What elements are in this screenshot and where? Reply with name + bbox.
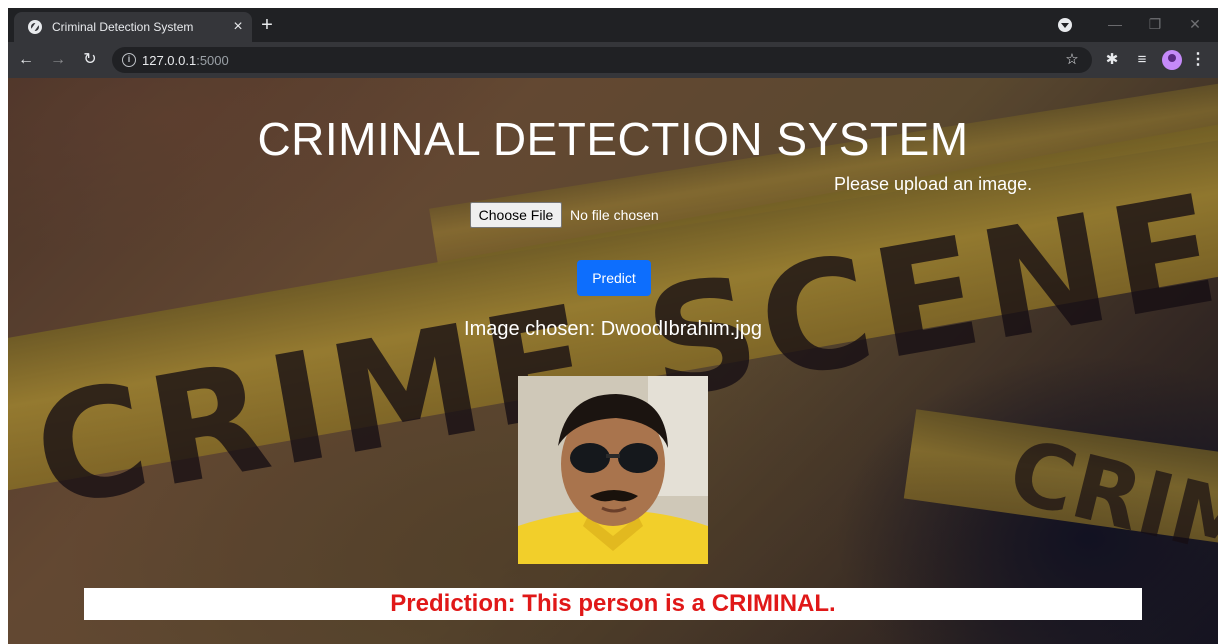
upload-hint: Please upload an image. <box>834 174 1033 194</box>
avatar[interactable] <box>1162 50 1182 70</box>
choose-file-button[interactable]: Choose File <box>470 202 562 228</box>
tab-strip: Criminal Detection System × + — ❐ ✕ <box>8 8 1218 42</box>
prediction-result: Prediction: This person is a CRIMINAL. <box>84 588 1142 620</box>
star-icon[interactable]: ☆ <box>1062 50 1082 70</box>
browser-toolbar: ← → ↻ i 127.0.0.1:5000 ☆ ✱ ≡ ⋮ <box>8 42 1218 78</box>
address-bar[interactable]: i 127.0.0.1:5000 ☆ <box>112 47 1092 73</box>
info-icon[interactable]: i <box>122 53 136 67</box>
restore-icon[interactable]: ❐ <box>1138 12 1172 36</box>
file-status: No file chosen <box>570 207 659 223</box>
url-text: 127.0.0.1:5000 <box>142 53 229 68</box>
forward-icon[interactable]: → <box>48 50 68 70</box>
page-viewport: CRIME SCENE DO NOT CRIM CRIMINAL DETECTI… <box>8 78 1218 644</box>
close-icon[interactable]: × <box>228 17 248 37</box>
reading-list-icon[interactable]: ≡ <box>1132 50 1152 70</box>
browser-window: Criminal Detection System × + — ❐ ✕ ← → … <box>8 8 1218 644</box>
chosen-image-label: Image chosen: DwoodIbrahim.jpg <box>464 318 762 340</box>
tab-criminal-detection[interactable]: Criminal Detection System × <box>14 12 252 42</box>
back-icon[interactable]: ← <box>16 50 36 70</box>
menu-icon[interactable]: ⋮ <box>1190 50 1206 70</box>
plus-icon[interactable]: + <box>256 14 278 36</box>
reload-icon[interactable]: ↻ <box>80 50 100 70</box>
tab-title: Criminal Detection System <box>52 20 194 34</box>
window-close-icon[interactable]: ✕ <box>1178 12 1212 36</box>
minimize-icon[interactable]: — <box>1098 12 1132 36</box>
predict-button[interactable]: Predict <box>577 260 651 296</box>
page-title: CRIMINAL DETECTION SYSTEM <box>257 113 969 165</box>
tab-search-icon[interactable] <box>1058 18 1072 32</box>
uploaded-photo <box>518 376 708 564</box>
globe-icon <box>28 20 42 34</box>
extensions-icon[interactable]: ✱ <box>1102 50 1122 70</box>
